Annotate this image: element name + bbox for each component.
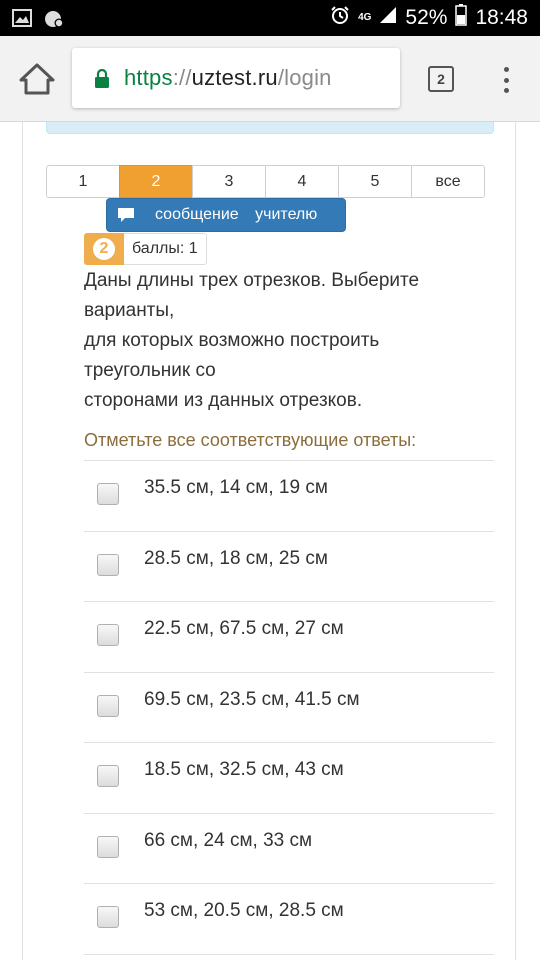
question-line: треугольник со [84,360,216,381]
answer-list: 35.5 см, 14 см, 19 см 28.5 см, 18 см, 25 … [84,460,494,955]
question-line: варианты, [84,300,175,321]
status-bar: 4G 52% 18:48 [0,0,540,36]
answer-checkbox[interactable] [97,483,119,505]
answer-label: 18.5 см, 32.5 см, 43 см [144,759,344,780]
answer-label: 66 см, 24 см, 33 см [144,829,313,851]
question-line: для которых возможно построить [84,330,380,351]
question-line: сторонами из данных отрезков. [84,390,363,411]
answer-checkbox[interactable] [97,765,119,787]
answer-checkbox[interactable] [97,835,119,858]
answer-option[interactable]: 69.5 см, 23.5 см, 41.5 см [84,673,494,743]
instruction-text: Отметьте все соответствующие ответы: [84,430,417,450]
question-pagination: 1 2 3 4 5 все [46,165,485,198]
message-teacher-label: сообщение учителю [155,206,318,223]
url-host: uztest.ru [191,65,278,90]
points-label: баллы: 1 [124,233,207,265]
answer-option[interactable]: 18.5 см, 32.5 см, 43 см [84,743,494,814]
content-border-right [515,122,516,960]
url-text: https://uztest.ru/login [124,65,332,91]
content-border-left [22,122,23,960]
home-icon[interactable] [18,62,56,96]
answer-option[interactable]: 66 см, 24 см, 33 см [84,814,494,884]
answer-checkbox[interactable] [97,906,119,928]
page-link-3[interactable]: 3 [192,165,266,198]
battery-icon [455,4,468,32]
answer-option[interactable]: 22.5 см, 67.5 см, 27 см [84,602,494,673]
page-link-2[interactable]: 2 [119,165,193,198]
answer-label: 28.5 см, 18 см, 25 см [144,547,328,569]
page-link-1[interactable]: 1 [46,165,120,198]
answer-label: 35.5 см, 14 см, 19 см [144,477,328,498]
network-type: 4G [358,12,372,23]
notification-icon [44,8,64,33]
page-link-5[interactable]: 5 [338,165,412,198]
question-line: Даны длины трех отрезков. Выберите [84,270,420,291]
lock-icon [94,68,110,88]
answer-label: 53 см, 20.5 см, 28.5 см [144,900,344,921]
question-number: 2 [93,238,115,260]
url-separator: :// [172,65,192,90]
image-icon [12,9,32,32]
page-content: 1 2 3 4 5 все сообщение учителю 2 баллы: 1 Да… [0,122,540,960]
tab-switcher-button[interactable]: 2 [428,66,454,92]
answer-option[interactable]: 53 см, 20.5 см, 28.5 см [84,884,494,955]
address-bar[interactable]: https://uztest.ru/login [72,48,400,108]
clock: 18:48 [475,6,528,29]
info-alert [46,122,494,134]
answer-label: 22.5 см, 67.5 см, 27 см [144,618,344,639]
answer-checkbox[interactable] [97,694,119,717]
answer-option[interactable]: 35.5 см, 14 см, 19 см [84,461,494,532]
url-path: /login [277,65,332,90]
message-teacher-button[interactable]: сообщение учителю [106,198,346,232]
battery-level: 52% [405,6,448,29]
answer-checkbox[interactable] [97,553,119,576]
browser-toolbar: https://uztest.ru/login 2 [0,36,540,122]
alarm-icon [330,5,350,31]
chat-bubble-icon [117,207,135,223]
answer-label: 69.5 см, 23.5 см, 41.5 см [144,688,360,710]
answer-option[interactable]: 28.5 см, 18 см, 25 см [84,532,494,602]
url-scheme: https [124,65,173,90]
signal-icon [379,6,397,30]
page-link-6[interactable]: все [411,165,485,198]
answer-checkbox[interactable] [97,624,119,646]
question-number-cell: 2 [84,233,124,265]
overflow-menu-icon[interactable] [496,64,516,96]
page-link-4[interactable]: 4 [265,165,339,198]
score-badge: 2 баллы: 1 [84,233,207,265]
question-text: Даны длины трех отрезков. Выберите вариан… [84,266,504,416]
